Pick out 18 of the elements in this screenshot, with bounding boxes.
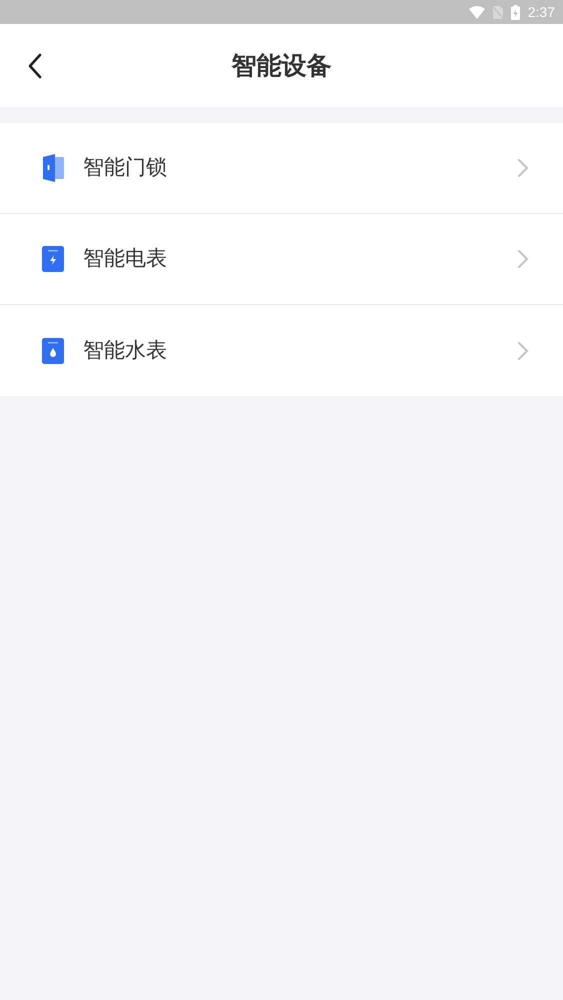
chevron-right-icon [517, 158, 529, 178]
lightning-meter-icon [42, 246, 64, 272]
device-label: 智能水表 [83, 336, 168, 364]
water-drop-meter-icon [42, 338, 64, 364]
no-sim-icon [492, 6, 503, 18]
chevron-right-icon [517, 340, 529, 360]
device-list-item[interactable]: 智能电表 [0, 214, 563, 305]
chevron-right-icon [517, 249, 529, 269]
page-title: 智能设备 [232, 50, 332, 82]
back-icon [28, 53, 42, 79]
status-time: 2:37 [528, 2, 555, 22]
device-label: 智能门锁 [83, 154, 168, 182]
device-list-item[interactable]: 智能门锁 [0, 123, 563, 214]
device-label: 智能电表 [83, 245, 168, 272]
device-list-item[interactable]: 智能水表 [0, 305, 563, 396]
door-icon [42, 154, 64, 182]
battery-charging-icon [510, 4, 520, 20]
wifi-icon [468, 6, 485, 18]
